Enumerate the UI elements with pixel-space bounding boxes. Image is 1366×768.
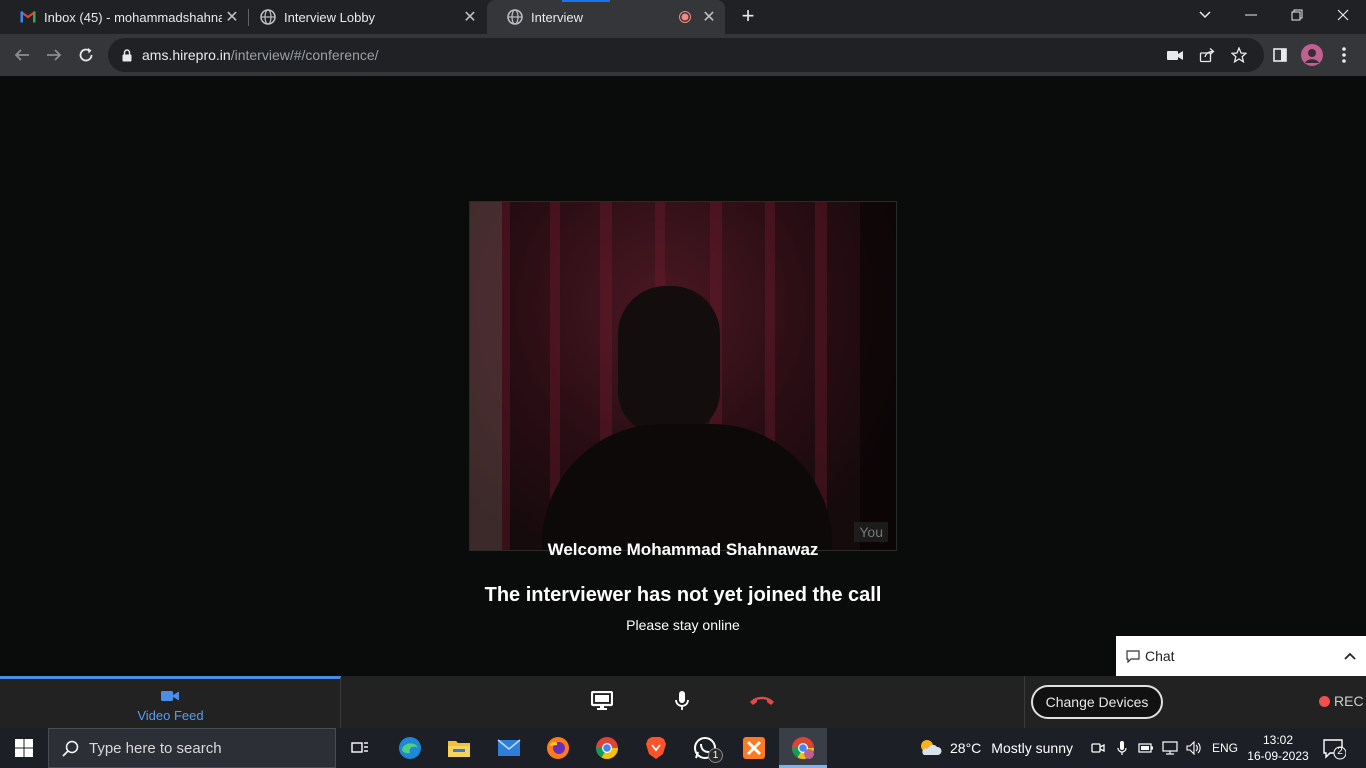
video-feed-label: Video Feed — [137, 708, 204, 723]
recording-indicator-icon — [679, 11, 691, 23]
tab-title: Interview — [531, 9, 584, 25]
recording-dot-icon — [1319, 695, 1330, 707]
chrome-menu-icon[interactable] — [1328, 39, 1360, 71]
chrome-profile-icon[interactable] — [789, 734, 817, 762]
partly-sunny-icon — [918, 738, 942, 758]
volume-icon[interactable] — [1186, 740, 1202, 756]
device-controls: Change Devices REC — [1024, 676, 1366, 728]
tab-interview-lobby[interactable]: Interview Lobby ✕ — [240, 0, 486, 34]
tab-interview[interactable]: Interview ✕ — [487, 0, 725, 34]
url-text: ams.hirepro.in/interview/#/conference/ — [142, 47, 379, 63]
url-host: ams.hirepro.in — [142, 47, 231, 63]
curtain-fold — [502, 202, 510, 550]
recording-status: REC — [1319, 693, 1364, 709]
restore-button[interactable] — [1274, 0, 1320, 30]
windows-taskbar: Type here to search 1 28°C Mostly sunny — [0, 728, 1366, 768]
browser-toolbar: ams.hirepro.in/interview/#/conference/ — [0, 34, 1366, 76]
end-call-button[interactable] — [749, 688, 775, 714]
search-icon — [62, 740, 79, 757]
tab-search-chevron-icon[interactable] — [1182, 0, 1228, 30]
clock-time: 13:02 — [1262, 733, 1294, 747]
microphone-button[interactable] — [669, 688, 695, 714]
address-bar[interactable]: ams.hirepro.in/interview/#/conference/ — [108, 38, 1264, 72]
tab-loading-bar — [562, 0, 610, 2]
system-clock[interactable]: 13:02 16-09-2023 — [1246, 732, 1310, 764]
brave-icon[interactable] — [642, 734, 670, 762]
weather-widget[interactable]: 28°C Mostly sunny — [918, 738, 1073, 758]
mail-icon[interactable] — [495, 734, 523, 762]
url-path: /interview/#/conference/ — [230, 47, 379, 63]
gmail-icon — [20, 9, 36, 25]
person-body — [542, 424, 832, 550]
edge-browser-icon[interactable] — [396, 734, 424, 762]
close-tab-icon[interactable]: ✕ — [222, 7, 242, 27]
reload-button[interactable] — [70, 39, 102, 71]
whatsapp-badge: 1 — [708, 748, 723, 763]
window-light — [470, 202, 502, 550]
conference-page: You Welcome Mohammad Shahnawaz The inter… — [0, 76, 1366, 676]
tab-inbox[interactable]: Inbox (45) - mohammadshahnaw ✕ — [0, 0, 248, 34]
video-camera-icon — [161, 689, 179, 707]
room-shadow — [860, 202, 896, 550]
browser-tab-strip: Inbox (45) - mohammadshahnaw ✕ Interview… — [0, 0, 1366, 34]
taskbar-search-box[interactable]: Type here to search — [48, 728, 336, 768]
clock-date: 16-09-2023 — [1247, 749, 1309, 763]
profile-avatar[interactable] — [1296, 39, 1328, 71]
input-language[interactable]: ENG — [1212, 741, 1238, 755]
camera-in-use-icon[interactable] — [1166, 46, 1184, 64]
status-subtext: Please stay online — [626, 617, 740, 633]
back-button[interactable] — [6, 39, 38, 71]
notification-center-icon[interactable]: 2 — [1322, 738, 1347, 765]
weather-desc: Mostly sunny — [991, 740, 1073, 756]
share-screen-button[interactable] — [589, 688, 615, 714]
close-window-button[interactable] — [1320, 0, 1366, 30]
close-tab-icon[interactable]: ✕ — [699, 7, 719, 27]
change-devices-button[interactable]: Change Devices — [1031, 685, 1163, 719]
tab-title: Inbox (45) - mohammadshahnaw — [44, 9, 222, 25]
chevron-up-icon[interactable] — [1344, 647, 1356, 665]
status-heading: The interviewer has not yet joined the c… — [484, 584, 882, 606]
call-controls-bar: Video Feed Change Devices REC — [0, 676, 1366, 728]
tab-title: Interview Lobby — [284, 9, 376, 25]
globe-icon — [507, 9, 523, 25]
side-panel-icon[interactable] — [1264, 39, 1296, 71]
chat-bubble-icon — [1126, 649, 1140, 663]
search-placeholder: Type here to search — [89, 739, 222, 757]
person-head — [618, 286, 720, 434]
battery-icon[interactable] — [1138, 740, 1154, 756]
forward-button[interactable] — [38, 39, 70, 71]
self-video-feed: You — [469, 201, 897, 551]
rec-label: REC — [1334, 693, 1364, 709]
welcome-message: Welcome Mohammad Shahnawaz — [547, 540, 819, 559]
self-label: You — [854, 522, 888, 542]
firefox-icon[interactable] — [544, 734, 572, 762]
file-explorer-icon[interactable] — [445, 734, 473, 762]
notification-count: 2 — [1337, 746, 1343, 757]
chat-label: Chat — [1145, 648, 1175, 664]
minimize-button[interactable] — [1228, 0, 1274, 30]
globe-icon — [260, 9, 276, 25]
meet-now-icon[interactable] — [1090, 740, 1106, 756]
share-icon[interactable] — [1198, 46, 1216, 64]
bookmark-star-icon[interactable] — [1230, 46, 1248, 64]
new-tab-button[interactable]: + — [736, 5, 760, 29]
xampp-icon[interactable] — [740, 734, 768, 762]
lock-icon[interactable] — [118, 46, 136, 64]
weather-temp: 28°C — [950, 740, 982, 756]
chrome-icon[interactable] — [593, 734, 621, 762]
close-tab-icon[interactable]: ✕ — [460, 7, 480, 27]
windows-start-icon[interactable] — [10, 734, 38, 762]
chat-panel-toggle[interactable]: Chat — [1116, 636, 1366, 676]
microphone-in-use-icon[interactable] — [1114, 740, 1130, 756]
network-icon[interactable] — [1162, 740, 1178, 756]
video-feed-tab[interactable]: Video Feed — [0, 676, 341, 728]
whatsapp-icon[interactable]: 1 — [691, 734, 723, 763]
task-view-icon[interactable] — [346, 734, 374, 762]
